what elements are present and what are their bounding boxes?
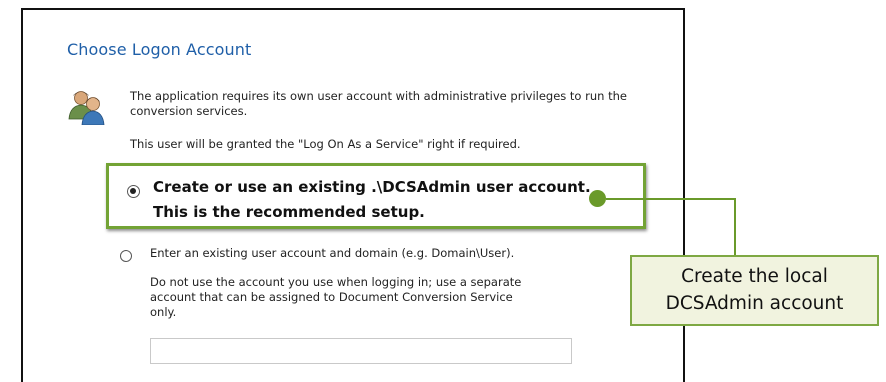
existing-account-radio[interactable] (120, 250, 132, 262)
recommended-setup-label: This is the recommended setup. (153, 203, 425, 221)
existing-account-label[interactable]: Enter an existing user account and domai… (150, 246, 514, 260)
requirement-text: The application requires its own user ac… (130, 89, 627, 118)
callout-box: Create the local DCSAdmin account (630, 255, 879, 326)
create-account-label[interactable]: Create or use an existing .\DCSAdmin use… (153, 178, 591, 196)
callout-marker (589, 190, 606, 207)
recommended-option-highlight: Create or use an existing .\DCSAdmin use… (106, 163, 646, 229)
account-domain-input[interactable] (150, 338, 572, 364)
privilege-note: This user will be granted the "Log On As… (130, 137, 521, 151)
logon-account-dialog: Choose Logon Account The application req… (21, 8, 685, 382)
users-icon (68, 91, 105, 125)
callout-line-2: DCSAdmin account (665, 293, 844, 314)
create-account-radio[interactable] (127, 185, 140, 198)
callout-line-1: Create the local (681, 266, 828, 287)
dialog-title: Choose Logon Account (67, 40, 252, 59)
existing-account-note: Do not use the account you use when logg… (150, 275, 522, 319)
